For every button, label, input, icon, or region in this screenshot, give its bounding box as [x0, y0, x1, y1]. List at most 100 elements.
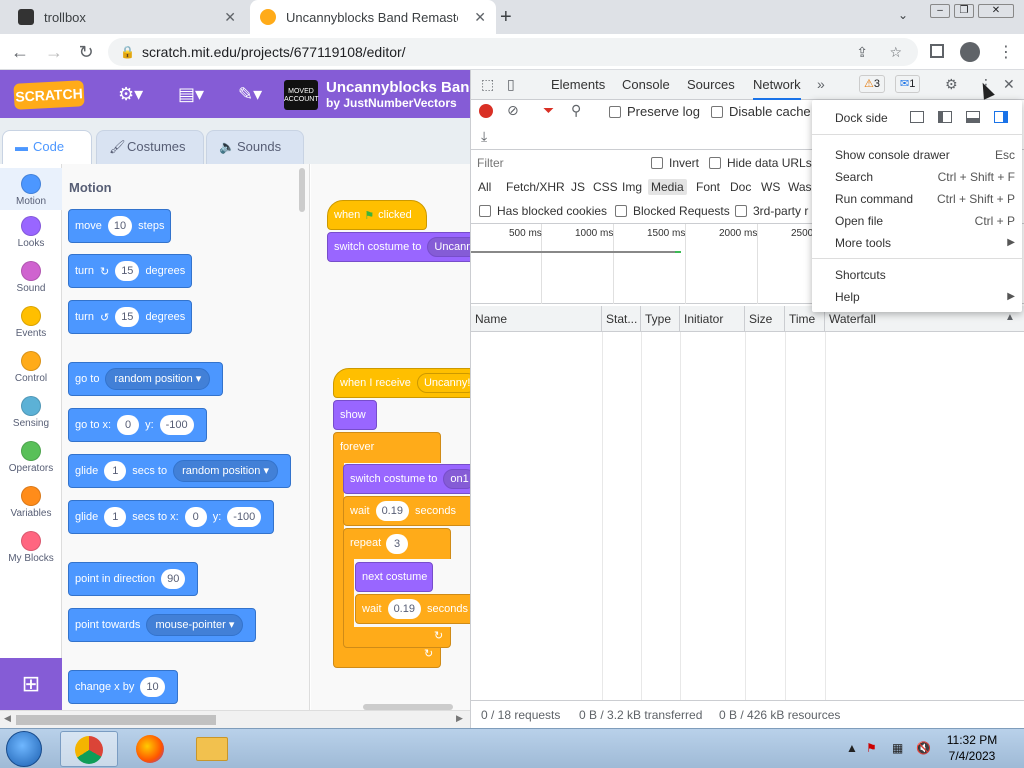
column-initiator[interactable]: Initiator: [680, 306, 745, 332]
block-wait[interactable]: wait 0.19 seconds: [355, 594, 470, 624]
block-input[interactable]: 0: [184, 507, 207, 527]
type-doc[interactable]: Doc: [727, 179, 754, 195]
block-when-i-receive[interactable]: when I receive Uncanny!: [333, 368, 470, 398]
edit-pencil-icon[interactable]: ✎▾: [238, 84, 262, 105]
window-close-button[interactable]: ✕: [978, 4, 1014, 18]
block-glide-xy[interactable]: glide 1 secs to x: 0 y: -100: [68, 500, 275, 534]
disable-cache-checkbox[interactable]: Disable cache: [711, 104, 811, 119]
invert-checkbox[interactable]: Invert: [651, 156, 699, 170]
taskbar-chrome[interactable]: [60, 731, 118, 767]
type-wasm[interactable]: Was: [785, 179, 815, 195]
code-workspace[interactable]: when ⚑ clicked switch costume to Uncann …: [311, 164, 470, 710]
category-my-blocks[interactable]: My Blocks: [0, 531, 62, 564]
undock-icon[interactable]: [910, 111, 924, 123]
back-arrow-icon[interactable]: ←: [8, 40, 32, 64]
menu-item-show-console-drawer[interactable]: Show console drawer Esc: [835, 145, 1015, 165]
blocked-requests-checkbox[interactable]: Blocked Requests: [615, 204, 730, 218]
category-events[interactable]: Events: [0, 306, 62, 339]
type-all[interactable]: All: [475, 179, 494, 195]
has-blocked-cookies-checkbox[interactable]: Has blocked cookies: [479, 204, 607, 218]
type-img[interactable]: Img: [619, 179, 645, 195]
record-icon[interactable]: [479, 104, 493, 118]
block-when-flag-clicked[interactable]: when ⚑ clicked: [327, 200, 427, 230]
type-fetch-xhr[interactable]: Fetch/XHR: [503, 179, 568, 195]
block-point-in-direction[interactable]: point in direction 90: [68, 562, 199, 596]
block-turn-left[interactable]: turn ↺ 15 degrees: [68, 300, 193, 334]
search-icon[interactable]: ⚲: [571, 102, 581, 119]
bookmark-star-icon[interactable]: ☆: [889, 38, 902, 66]
block-input[interactable]: 0.19: [375, 501, 409, 521]
share-icon[interactable]: ⇪: [856, 38, 868, 66]
scrollbar-thumb[interactable]: [16, 715, 216, 725]
tab-sounds[interactable]: 🔈 Sounds: [206, 130, 304, 164]
block-change-x[interactable]: change x by 10: [68, 670, 178, 704]
start-button[interactable]: [6, 731, 42, 767]
block-dropdown[interactable]: mouse-pointer ▾: [146, 614, 244, 636]
hide-data-urls-checkbox[interactable]: Hide data URLs: [709, 156, 812, 170]
block-turn-right[interactable]: turn ↻ 15 degrees: [68, 254, 193, 288]
action-center-flag-icon[interactable]: ⚑: [866, 741, 877, 755]
filter-funnel-icon[interactable]: ⏷: [543, 102, 554, 119]
filter-input[interactable]: [477, 154, 637, 172]
category-sensing[interactable]: Sensing: [0, 396, 62, 429]
taskbar-explorer[interactable]: [184, 731, 242, 767]
preserve-log-checkbox[interactable]: Preserve log: [609, 104, 700, 119]
category-control[interactable]: Control: [0, 351, 62, 384]
block-dropdown[interactable]: Uncann: [427, 237, 470, 257]
warnings-badge[interactable]: ⚠3: [859, 75, 885, 93]
device-toolbar-icon[interactable]: ▯: [507, 76, 515, 93]
block-next-costume[interactable]: next costume: [355, 562, 433, 592]
block-input[interactable]: 0: [117, 415, 140, 435]
messages-badge[interactable]: ✉1: [895, 75, 921, 93]
type-font[interactable]: Font: [693, 179, 723, 195]
category-sound[interactable]: Sound: [0, 261, 62, 294]
volume-muted-icon[interactable]: 🔇: [916, 741, 931, 755]
dock-right-icon[interactable]: [994, 111, 1008, 123]
tab-code[interactable]: ▬ Code: [2, 130, 92, 164]
menu-item-help[interactable]: Help ▶: [835, 287, 1015, 307]
tab-scratch[interactable]: Uncannyblocks Band Remastered ✕: [250, 0, 496, 34]
dock-left-icon[interactable]: [938, 111, 952, 123]
tab-search-chevron-down-icon[interactable]: ⌄: [898, 8, 908, 22]
block-input[interactable]: 3: [386, 534, 409, 554]
menu-item-run-command[interactable]: Run command Ctrl + Shift + P: [835, 189, 1015, 209]
dock-bottom-icon[interactable]: [966, 111, 980, 123]
block-input[interactable]: 90: [161, 569, 186, 589]
block-show[interactable]: show: [333, 400, 377, 430]
column-type[interactable]: Type: [641, 306, 680, 332]
block-dropdown[interactable]: random position ▾: [105, 368, 211, 390]
menu-item-search[interactable]: Search Ctrl + Shift + F: [835, 167, 1015, 187]
column-status[interactable]: Stat...: [602, 306, 641, 332]
column-name[interactable]: Name: [471, 306, 602, 332]
block-input[interactable]: -100: [159, 415, 194, 435]
restore-button[interactable]: ❐: [954, 4, 974, 18]
type-js[interactable]: JS: [568, 179, 588, 195]
block-input[interactable]: 15: [115, 307, 140, 327]
tab-trollbox[interactable]: trollbox ✕: [8, 0, 246, 34]
sort-up-icon[interactable]: ▲: [1005, 312, 1015, 323]
tab-sources[interactable]: Sources: [687, 70, 735, 100]
inspect-element-icon[interactable]: ⬚: [481, 76, 494, 93]
add-extension-button[interactable]: ⊞: [0, 658, 62, 710]
type-media[interactable]: Media: [648, 179, 687, 195]
category-motion[interactable]: Motion: [0, 168, 62, 210]
block-move-steps[interactable]: move 10 steps: [68, 209, 172, 243]
type-css[interactable]: CSS: [590, 179, 621, 195]
type-ws[interactable]: WS: [758, 179, 783, 195]
block-dropdown[interactable]: random position ▾: [173, 460, 278, 482]
system-clock[interactable]: 11:32 PM 7/4/2023: [940, 732, 1004, 764]
tab-elements[interactable]: Elements: [551, 70, 605, 100]
column-size[interactable]: Size: [745, 306, 785, 332]
profile-avatar[interactable]: [960, 42, 980, 62]
clear-icon[interactable]: ⊘: [507, 102, 519, 119]
forward-arrow-icon[interactable]: →: [42, 40, 66, 64]
tab-network[interactable]: Network: [753, 70, 801, 100]
taskbar-firefox[interactable]: [122, 731, 180, 767]
scroll-left-icon[interactable]: ◀: [4, 713, 11, 724]
block-go-to[interactable]: go to random position ▾: [68, 362, 224, 396]
palette-scrollbar[interactable]: [299, 168, 305, 212]
project-author[interactable]: by JustNumberVectors: [326, 96, 457, 110]
reload-icon[interactable]: ↻: [74, 40, 98, 64]
close-icon[interactable]: ✕: [474, 9, 486, 26]
tab-costumes[interactable]: 🖌 Costumes: [96, 130, 204, 164]
